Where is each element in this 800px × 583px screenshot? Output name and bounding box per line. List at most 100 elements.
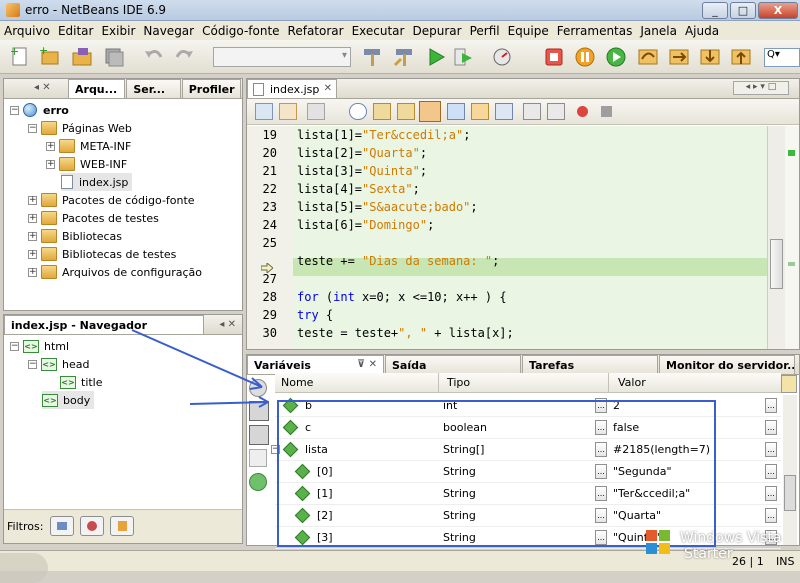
variable-value[interactable]: "Ter&ccedil;a" bbox=[613, 487, 690, 500]
edit-value-button[interactable]: ... bbox=[765, 420, 777, 435]
edit-type-button[interactable]: ... bbox=[595, 508, 607, 523]
tree-item-arquivos-configuracao[interactable]: + Arquivos de configuração bbox=[28, 263, 202, 281]
panel-close-icon[interactable]: ◂ ✕ bbox=[219, 319, 236, 330]
shift-right-icon[interactable] bbox=[547, 103, 565, 120]
redo-button[interactable] bbox=[172, 45, 196, 69]
editor-vertical-scrollbar[interactable] bbox=[767, 126, 785, 349]
quick-search-input[interactable]: Q▾ bbox=[764, 48, 800, 67]
create-watch-icon[interactable] bbox=[249, 379, 267, 397]
stop-macro-icon[interactable] bbox=[601, 106, 612, 117]
continue-button[interactable] bbox=[604, 45, 628, 69]
pause-button[interactable] bbox=[573, 45, 597, 69]
step-over-button[interactable] bbox=[667, 45, 691, 69]
edit-value-button[interactable]: ... bbox=[765, 464, 777, 479]
save-all-button[interactable] bbox=[102, 45, 126, 69]
run-button[interactable] bbox=[424, 45, 448, 69]
tree-item-pacotes-testes[interactable]: + Pacotes de testes bbox=[28, 209, 159, 227]
tab-index-jsp[interactable]: index.jsp ✕ bbox=[247, 79, 337, 98]
prev-bookmark-icon[interactable] bbox=[447, 103, 465, 120]
menu-janela[interactable]: Janela bbox=[640, 24, 682, 38]
tab-controls-icon[interactable]: ⊽ ✕ bbox=[357, 359, 377, 370]
tab-variaveis[interactable]: Variáveis ⊽ ✕ bbox=[247, 355, 384, 374]
menu-depurar[interactable]: Depurar bbox=[412, 24, 466, 38]
menu-perfil[interactable]: Perfil bbox=[470, 24, 505, 38]
step-over-expression-button[interactable] bbox=[636, 45, 660, 69]
code-line[interactable]: try { bbox=[297, 308, 333, 322]
edit-type-button[interactable]: ... bbox=[595, 530, 607, 545]
step-out-button[interactable] bbox=[729, 45, 753, 69]
edit-type-button[interactable]: ... bbox=[595, 442, 607, 457]
expand-icon[interactable]: + bbox=[28, 195, 37, 205]
profile-button[interactable] bbox=[490, 45, 514, 69]
nav-item-html[interactable]: − <> html bbox=[10, 337, 69, 355]
menu-ferramentas[interactable]: Ferramentas bbox=[557, 24, 638, 38]
tree-item-meta-inf[interactable]: + META-INF bbox=[46, 137, 131, 155]
configuration-combo[interactable] bbox=[213, 47, 351, 67]
filter-button-fields[interactable] bbox=[50, 516, 74, 536]
variable-row[interactable]: − lista String[]... #2185(length=7)... bbox=[271, 439, 781, 461]
variable-value[interactable]: "Segunda" bbox=[613, 465, 672, 478]
code-line[interactable]: teste = teste+", " + lista[x]; bbox=[297, 326, 514, 340]
edit-value-button[interactable]: ... bbox=[765, 508, 777, 523]
expand-icon[interactable]: + bbox=[46, 159, 55, 169]
nav-item-title[interactable]: <> title bbox=[60, 373, 103, 391]
start-macro-icon[interactable] bbox=[577, 106, 588, 117]
code-line[interactable]: lista[2]="Quarta"; bbox=[297, 146, 427, 160]
variable-row[interactable]: [2] String... "Quarta"... bbox=[275, 505, 781, 527]
variable-value[interactable]: 2 bbox=[613, 399, 620, 412]
menu-equipe[interactable]: Equipe bbox=[508, 24, 554, 38]
tab-monitor-servidor[interactable]: Monitor do servidor... bbox=[659, 355, 795, 374]
menu-editar[interactable]: Editar bbox=[58, 24, 99, 38]
menu-executar[interactable]: Executar bbox=[352, 24, 410, 38]
step-into-button[interactable] bbox=[698, 45, 722, 69]
editor-nav-buttons[interactable]: ◂ ▸ ▾ □ bbox=[733, 81, 789, 95]
code-line[interactable]: lista[1]="Ter&ccedil;a"; bbox=[297, 128, 470, 142]
forward-icon[interactable] bbox=[307, 103, 325, 120]
menu-codigo-fonte[interactable]: Código-fonte bbox=[202, 24, 284, 38]
column-nome[interactable]: Nome bbox=[281, 376, 313, 389]
expand-icon[interactable]: + bbox=[28, 249, 37, 259]
tab-tarefas[interactable]: Tarefas bbox=[522, 355, 658, 374]
variable-value[interactable]: #2185(length=7) bbox=[613, 443, 710, 456]
variable-value[interactable]: "Quarta" bbox=[613, 509, 661, 522]
collapse-icon[interactable]: − bbox=[10, 341, 19, 351]
tree-item-bibliotecas[interactable]: + Bibliotecas bbox=[28, 227, 122, 245]
scrollbar-thumb[interactable] bbox=[770, 239, 783, 289]
collapse-icon[interactable]: − bbox=[28, 359, 37, 369]
variable-row[interactable]: c boolean... false... bbox=[275, 417, 781, 439]
find-icon[interactable] bbox=[349, 103, 367, 120]
tab-arquivos[interactable]: Arqu... bbox=[68, 79, 126, 98]
expand-icon[interactable]: + bbox=[28, 213, 37, 223]
undo-button[interactable] bbox=[142, 45, 166, 69]
menu-ajuda[interactable]: Ajuda bbox=[685, 24, 724, 38]
shift-left-icon[interactable] bbox=[523, 103, 541, 120]
tree-item-bibliotecas-testes[interactable]: + Bibliotecas de testes bbox=[28, 245, 176, 263]
close-tab-icon[interactable]: ✕ bbox=[324, 83, 332, 94]
tree-item-web-inf[interactable]: + WEB-INF bbox=[46, 155, 127, 173]
minimize-button[interactable]: _ bbox=[702, 2, 728, 19]
collapse-icon[interactable]: − bbox=[10, 105, 19, 115]
maximize-button[interactable]: □ bbox=[730, 2, 756, 19]
edit-value-button[interactable]: ... bbox=[765, 486, 777, 501]
new-project-button[interactable]: + bbox=[38, 44, 62, 69]
variable-row[interactable]: [1] String... "Ter&ccedil;a"... bbox=[275, 483, 781, 505]
edit-value-button[interactable]: ... bbox=[765, 442, 777, 457]
menu-refatorar[interactable]: Refatorar bbox=[288, 24, 349, 38]
next-bookmark-icon[interactable] bbox=[471, 103, 489, 120]
show-inherited-icon[interactable] bbox=[249, 449, 267, 467]
variable-value[interactable]: false bbox=[613, 421, 639, 434]
toggle-highlight-icon[interactable] bbox=[419, 101, 441, 122]
expand-icon[interactable]: + bbox=[46, 141, 55, 151]
edit-type-button[interactable]: ... bbox=[595, 464, 607, 479]
show-static-icon[interactable] bbox=[249, 425, 269, 445]
tab-profiler[interactable]: Profiler bbox=[181, 79, 241, 98]
code-line[interactable]: teste += "Dias da semana: "; bbox=[297, 254, 499, 268]
show-classes-icon[interactable] bbox=[249, 401, 269, 421]
collapse-icon[interactable]: − bbox=[271, 445, 280, 454]
new-file-button[interactable]: + bbox=[8, 45, 32, 69]
panel-menu-icon[interactable]: ◂ ✕ bbox=[34, 82, 51, 93]
edit-type-button[interactable]: ... bbox=[595, 420, 607, 435]
nav-item-body[interactable]: <> body bbox=[42, 391, 95, 409]
tab-servicos[interactable]: Ser... bbox=[126, 79, 181, 98]
find-previous-icon[interactable] bbox=[373, 103, 391, 120]
